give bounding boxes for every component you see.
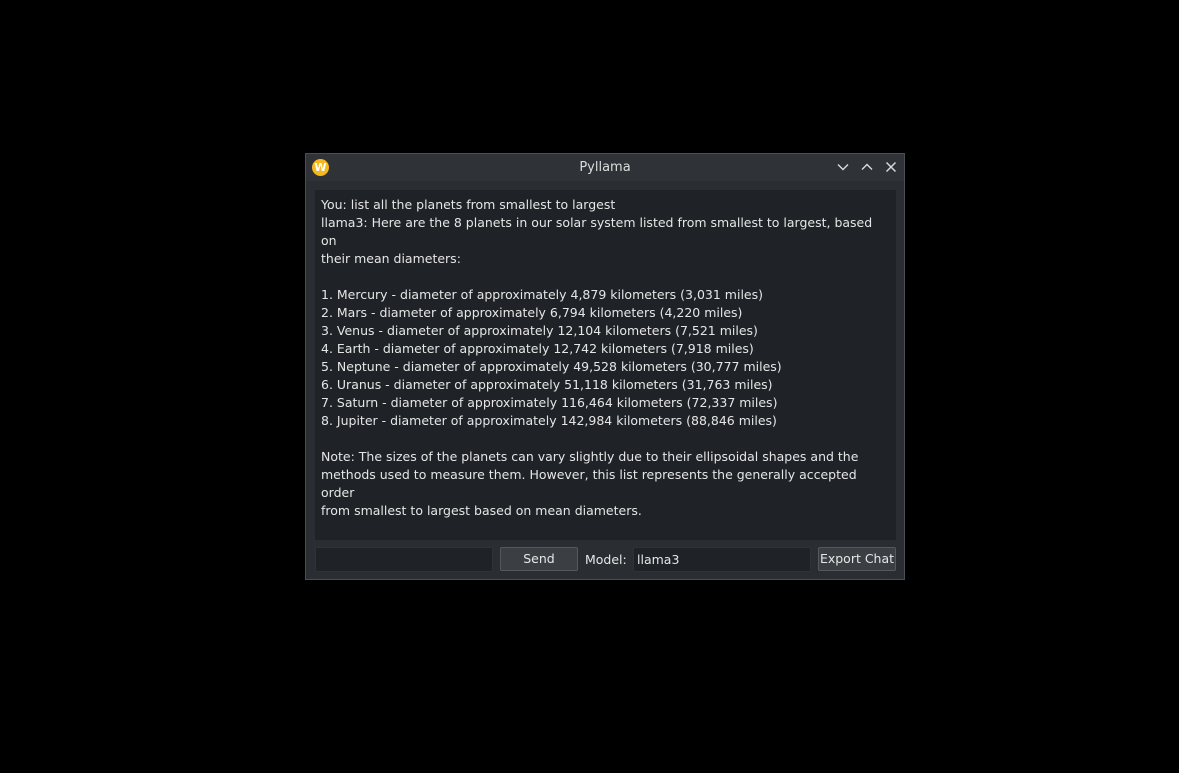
chat-line: 8. Jupiter - diameter of approximately 1…	[321, 413, 777, 428]
title-bar[interactable]: Pyllama W	[306, 154, 904, 181]
window-title: Pyllama	[579, 160, 631, 175]
chat-line: methods used to measure them. However, t…	[321, 467, 861, 500]
send-button[interactable]: Send	[500, 547, 578, 571]
app-logo-icon[interactable]: W	[312, 159, 329, 176]
chat-line: 2. Mars - diameter of approximately 6,79…	[321, 305, 743, 320]
chat-line: You: list all the planets from smallest …	[321, 197, 616, 212]
chat-line	[321, 430, 890, 448]
chat-line: 6. Uranus - diameter of approximately 51…	[321, 377, 773, 392]
input-bar: Send Model: Export Chat	[306, 546, 904, 574]
chevron-up-icon	[861, 163, 873, 170]
chat-line: 1. Mercury - diameter of approximately 4…	[321, 287, 763, 302]
chat-line: 3. Venus - diameter of approximately 12,…	[321, 323, 758, 338]
export-chat-button[interactable]: Export Chat	[818, 547, 896, 571]
close-button[interactable]	[883, 159, 899, 175]
maximize-button[interactable]	[859, 159, 875, 175]
close-icon	[886, 162, 896, 172]
app-window: Pyllama W You: list all the planets from…	[305, 153, 905, 580]
chat-line: from smallest to largest based on mean d…	[321, 503, 642, 518]
chat-line: 7. Saturn - diameter of approximately 11…	[321, 395, 778, 410]
model-label: Model:	[585, 552, 627, 567]
model-input[interactable]	[633, 547, 811, 572]
chat-line: 4. Earth - diameter of approximately 12,…	[321, 341, 754, 356]
chat-history[interactable]: You: list all the planets from smallest …	[315, 190, 896, 540]
chevron-down-icon	[837, 164, 849, 171]
chat-line	[321, 268, 890, 286]
chat-line: their mean diameters:	[321, 251, 461, 266]
chat-line: llama3: Here are the 8 planets in our so…	[321, 215, 877, 248]
chat-line: Note: The sizes of the planets can vary …	[321, 449, 859, 464]
minimize-button[interactable]	[835, 159, 851, 175]
chat-line: 5. Neptune - diameter of approximately 4…	[321, 359, 782, 374]
message-input[interactable]	[315, 547, 493, 572]
